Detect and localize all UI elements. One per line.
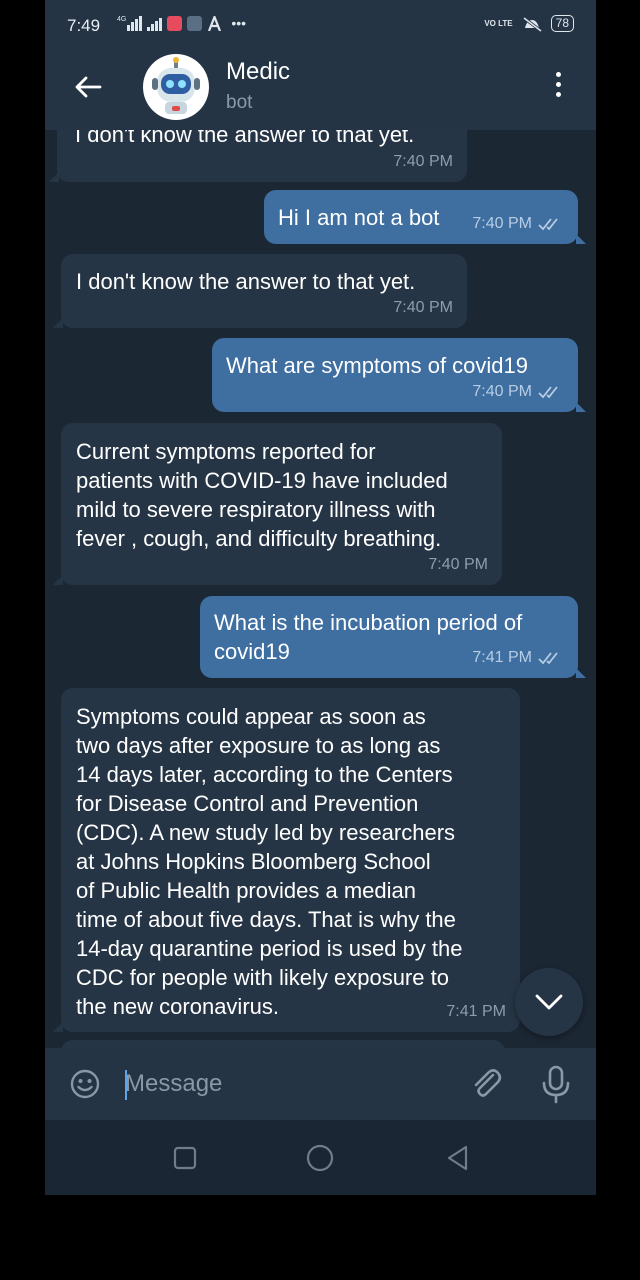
message-meta: 7:40 PM: [393, 147, 453, 176]
more-notifications-icon: •••: [231, 15, 247, 31]
home-circle-icon[interactable]: [306, 1144, 334, 1172]
mute-icon: [522, 16, 542, 32]
message-bubble-incoming[interactable]: I don't know the answer to that yet. 7:4…: [49, 130, 467, 182]
message-bubble-outgoing[interactable]: What are symptoms of covid19 7:40 PM: [212, 338, 586, 412]
message-meta: 7:41 PM: [446, 997, 506, 1026]
message-time: 7:41 PM: [446, 1003, 506, 1020]
message-text: I don't know the answer to that yet.: [76, 269, 416, 294]
attach-paperclip-icon[interactable]: [469, 1066, 505, 1102]
chat-title[interactable]: Medic: [226, 58, 290, 86]
more-options-icon[interactable]: [550, 72, 566, 104]
status-time: 7:49: [67, 16, 101, 35]
message-bubble-partial[interactable]: [61, 1040, 505, 1048]
bot-avatar[interactable]: [143, 54, 209, 120]
message-input[interactable]: Message: [125, 1062, 455, 1106]
message-bubble-incoming[interactable]: I don't know the answer to that yet. 7:4…: [53, 254, 467, 328]
robot-icon: [152, 57, 200, 114]
status-icons-right: VO LTE 78: [484, 15, 574, 32]
message-time: 7:40 PM: [472, 383, 532, 400]
message-composer: Message: [45, 1048, 596, 1120]
message-time: 7:40 PM: [393, 153, 453, 170]
scroll-to-bottom-button[interactable]: [515, 968, 583, 1036]
message-text: What are symptoms of covid19: [226, 353, 529, 378]
back-arrow-icon[interactable]: [73, 72, 103, 102]
chat-subtitle: bot: [226, 92, 253, 113]
battery-indicator: 78: [550, 15, 574, 32]
message-time: 7:41 PM: [472, 649, 532, 666]
message-meta: 7:41 PM: [472, 643, 564, 672]
read-checkmarks-icon: [538, 385, 558, 398]
message-text: Current symptoms reported for patients w…: [76, 439, 448, 551]
read-checkmarks-icon: [538, 651, 558, 664]
network-type: 4G: [117, 16, 127, 23]
message-time: 7:40 PM: [393, 299, 453, 316]
message-bubble-outgoing[interactable]: What is the incubation period of covid19…: [200, 596, 586, 678]
message-meta: 7:40 PM: [472, 377, 564, 406]
message-meta: 7:40 PM: [428, 550, 488, 579]
message-bubble-incoming[interactable]: Current symptoms reported for patients w…: [53, 423, 502, 585]
emoji-icon[interactable]: [69, 1068, 101, 1100]
signal-icon: 4G: [117, 16, 143, 31]
back-triangle-icon[interactable]: [444, 1144, 472, 1172]
message-bubble-outgoing[interactable]: Hi I am not a bot 7:40 PM: [264, 190, 586, 244]
message-list[interactable]: I don't know the answer to that yet. 7:4…: [45, 130, 596, 1048]
volte-icon: VO LTE: [484, 18, 513, 28]
recents-square-icon[interactable]: [171, 1144, 199, 1172]
app-notification-icon: [167, 16, 183, 31]
status-icons-left: 4G •••: [117, 15, 246, 31]
message-bubble-incoming[interactable]: Symptoms could appear as soon as two day…: [53, 688, 520, 1032]
system-navigation-bar: [45, 1120, 596, 1195]
chevron-down-icon: [535, 994, 563, 1010]
phone-screen: 7:49 4G ••• VO LTE 78 Medic bot I don't …: [45, 0, 596, 1195]
message-meta: 7:40 PM: [472, 209, 564, 238]
alert-a-icon: [208, 16, 222, 31]
text-cursor: [125, 1070, 127, 1100]
signal-icon-2: [147, 18, 163, 31]
microphone-icon[interactable]: [539, 1064, 573, 1104]
message-time: 7:40 PM: [472, 215, 532, 232]
chat-header: Medic bot: [45, 44, 596, 130]
message-time: 7:40 PM: [428, 556, 488, 573]
sms-notification-icon: [187, 16, 203, 31]
read-checkmarks-icon: [538, 217, 558, 230]
status-bar: 7:49 4G ••• VO LTE 78: [45, 0, 596, 44]
message-text: Symptoms could appear as soon as two day…: [76, 704, 463, 1019]
message-meta: 7:40 PM: [393, 293, 453, 322]
